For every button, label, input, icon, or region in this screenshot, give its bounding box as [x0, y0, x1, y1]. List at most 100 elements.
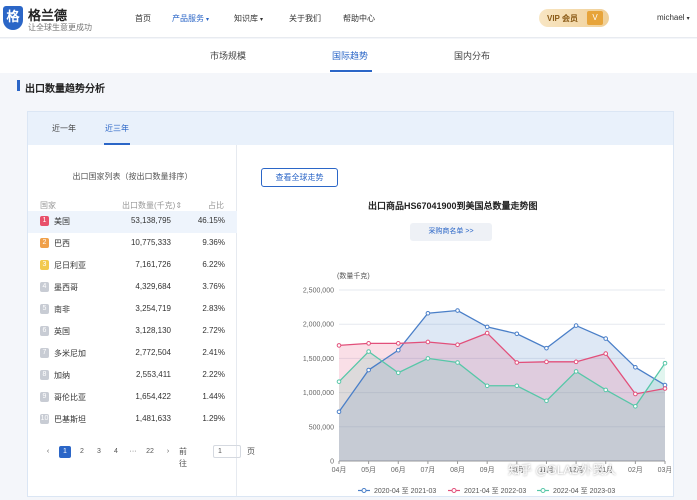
rank-badge: 2 — [40, 238, 49, 248]
export-quantity: 53,138,795 — [130, 216, 171, 225]
x-tick-label: 04月 — [332, 466, 347, 474]
data-point — [336, 379, 342, 384]
data-point — [425, 339, 431, 345]
data-point — [455, 342, 460, 348]
goto-page-input[interactable]: 1 — [213, 445, 241, 458]
top-header: 格 格兰德 让全球生意更成功 首页 产品服务 ▾ 知识库 ▾ 关于我们 帮助中心 V… — [0, 0, 697, 38]
header-country: 国家 — [40, 201, 56, 210]
user-menu[interactable]: michael ▾ — [657, 13, 690, 22]
export-share: 1.44% — [202, 392, 225, 401]
watermark-text: 知乎 @GLAD外贸人 — [508, 463, 617, 477]
data-point — [573, 369, 579, 374]
rank-badge: 1 — [40, 216, 49, 226]
x-tick-label: 09月 — [480, 466, 495, 474]
export-share: 2.83% — [202, 304, 225, 313]
export-share: 6.22% — [202, 260, 225, 269]
export-quantity: 2,553,411 — [136, 370, 171, 379]
export-quantity: 3,254,719 — [135, 304, 171, 313]
data-point — [544, 398, 549, 404]
x-tick-label: 07月 — [421, 466, 436, 474]
data-point — [633, 364, 638, 370]
export-share: 2.72% — [202, 326, 225, 335]
page-3[interactable]: 3 — [93, 446, 105, 458]
legend-label: 2020-04 至 2021-03 — [374, 487, 436, 495]
nav-products[interactable]: 产品服务 ▾ — [172, 13, 209, 24]
table-row[interactable]: 3 尼日利亚 7,161,726 6.22% — [28, 255, 237, 277]
data-point — [366, 367, 371, 373]
data-point — [514, 331, 520, 337]
goto-prefix: 前往 — [179, 447, 187, 468]
active-tab-indicator — [330, 70, 372, 72]
next-page-icon[interactable]: › — [162, 446, 174, 458]
data-point — [603, 351, 609, 356]
buyer-list-button[interactable]: 采购商名单 >> — [410, 223, 492, 241]
table-row[interactable]: 7 多米尼加 2,772,504 2.41% — [28, 343, 237, 365]
chevron-down-icon: ▾ — [260, 17, 264, 23]
nav-about[interactable]: 关于我们 — [289, 13, 321, 24]
data-point — [484, 324, 490, 330]
export-share: 1.29% — [202, 414, 225, 423]
y-axis-label: (数量千克) — [337, 271, 370, 280]
page-22[interactable]: 22 — [144, 446, 156, 458]
logo-icon[interactable]: 格 — [3, 6, 23, 30]
data-point — [662, 360, 668, 366]
table-row[interactable]: 5 南非 3,254,719 2.83% — [28, 299, 237, 321]
page-2[interactable]: 2 — [76, 446, 88, 458]
vip-button[interactable]: VIP 会员 V — [539, 9, 609, 27]
rank-badge: 3 — [40, 260, 49, 270]
tab-last-three-years[interactable]: 近三年 — [105, 123, 129, 134]
chevron-down-icon: ▾ — [686, 16, 690, 22]
export-quantity: 4,329,684 — [135, 282, 171, 291]
data-point — [484, 330, 490, 336]
nav-help[interactable]: 帮助中心 — [343, 13, 375, 24]
export-quantity: 2,772,504 — [135, 348, 171, 357]
page-4[interactable]: 4 — [110, 446, 122, 458]
legend-label: 2022-04 至 2023-03 — [553, 487, 615, 495]
tab-market-size[interactable]: 市场规模 — [210, 49, 246, 62]
data-point — [662, 386, 668, 391]
nav-home[interactable]: 首页 — [135, 13, 151, 24]
view-global-trend-button[interactable]: 查看全球走势 — [261, 168, 338, 187]
section-title: 出口数量趋势分析 — [25, 84, 105, 95]
sort-icon[interactable]: ⇕ — [175, 201, 182, 210]
rank-badge: 8 — [40, 370, 49, 380]
nav-knowledge[interactable]: 知识库 ▾ — [234, 13, 263, 24]
table-row[interactable]: 9 哥伦比亚 1,654,422 1.44% — [28, 387, 237, 409]
y-tick-label: 1,000,000 — [303, 390, 334, 397]
y-tick-label: 0 — [330, 459, 334, 466]
prev-page-icon[interactable]: ‹ — [42, 446, 54, 458]
country-name: 美国 — [54, 217, 70, 226]
table-row[interactable]: 2 巴西 10,775,333 9.36% — [28, 233, 237, 255]
page-ellipsis[interactable]: ··· — [127, 446, 139, 458]
export-quantity: 10,775,333 — [130, 238, 171, 247]
table-row[interactable]: 10 巴基斯坦 1,481,633 1.29% — [28, 409, 237, 431]
data-point — [633, 403, 638, 409]
tab-last-year[interactable]: 近一年 — [52, 123, 76, 134]
page-1[interactable]: 1 — [59, 446, 71, 458]
table-row[interactable]: 8 加纳 2,553,411 2.22% — [28, 365, 237, 387]
x-tick-label: 06月 — [391, 466, 406, 474]
legend-marker — [451, 488, 457, 493]
y-tick-label: 1,500,000 — [303, 356, 334, 363]
data-point — [484, 383, 490, 389]
export-share: 2.22% — [202, 370, 225, 379]
export-share: 46.15% — [197, 216, 225, 225]
country-name: 墨西哥 — [54, 283, 78, 292]
data-point — [366, 349, 371, 354]
y-tick-label: 500,000 — [309, 424, 334, 431]
table-row[interactable]: 1 美国 53,138,795 46.15% — [28, 211, 237, 233]
goto-suffix: 页 — [247, 447, 255, 456]
trend-card: 近一年 近三年 出口国家列表（按出口数量排序） 国家 出口数量(千克)⇕ 占比 … — [27, 111, 674, 497]
export-quantity: 7,161,726 — [135, 260, 171, 269]
section-marker — [17, 80, 20, 91]
country-name: 多米尼加 — [54, 349, 86, 358]
rank-badge: 5 — [40, 304, 49, 314]
export-share: 9.36% — [202, 238, 225, 247]
tab-international-trend[interactable]: 国际趋势 — [332, 49, 368, 62]
tab-domestic-distribution[interactable]: 国内分布 — [454, 49, 490, 62]
data-point — [514, 360, 520, 365]
header-quantity[interactable]: 出口数量(千克)⇕ — [122, 200, 182, 211]
table-row[interactable]: 4 墨西哥 4,329,684 3.76% — [28, 277, 237, 299]
table-row[interactable]: 6 英国 3,128,130 2.72% — [28, 321, 237, 343]
period-tabbar: 近一年 近三年 — [28, 112, 673, 145]
